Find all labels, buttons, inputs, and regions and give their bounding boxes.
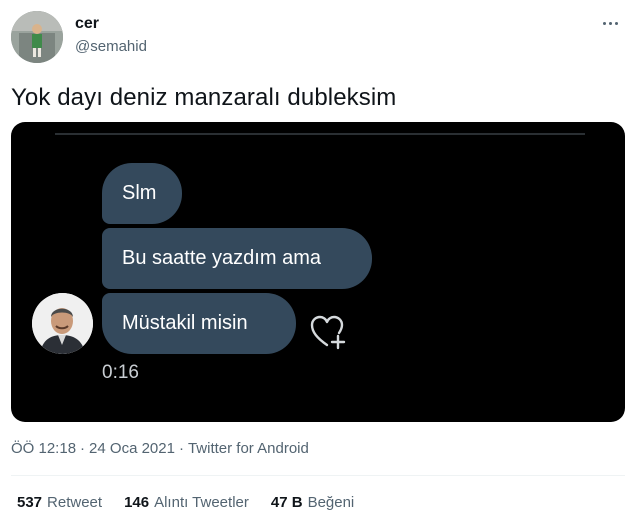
quote-tweets-count: 146 <box>124 494 150 511</box>
message-text: Müstakil misin <box>122 312 248 334</box>
tweet-meta: ÖÖ 12:18 · 24 Oca 2021 · Twitter for Android <box>11 440 309 457</box>
message-bubble: Bu saatte yazdım ama <box>102 228 372 289</box>
author-display-name[interactable]: cer <box>75 15 99 33</box>
tweet-text: Yok dayı deniz manzaralı dubleksim <box>11 84 397 111</box>
video-timestamp: 0:16 <box>102 362 139 383</box>
more-options-icon[interactable] <box>599 13 623 33</box>
retweets-count: 537 <box>17 494 43 511</box>
message-text: Bu saatte yazdım ama <box>122 247 321 269</box>
tweet-media-video[interactable]: Slm Bu saatte yazdım ama Müstakil misin … <box>11 122 625 422</box>
meta-separator: · <box>80 440 86 457</box>
retweets-label: Retweet <box>47 494 103 511</box>
divider <box>11 475 625 476</box>
retweets-stat[interactable]: 537 Retweet <box>17 494 102 511</box>
tweet-stats: 537 Retweet 146 Alıntı Tweetler 47 B Beğ… <box>17 494 354 511</box>
tweet-date[interactable]: 24 Oca 2021 <box>89 440 175 457</box>
quote-tweets-label: Alıntı Tweetler <box>154 494 249 511</box>
author-handle[interactable]: @semahid <box>75 38 147 55</box>
meta-separator: · <box>178 440 184 457</box>
heart-add-icon[interactable] <box>309 314 349 350</box>
likes-count: 47 B <box>270 494 303 511</box>
media-divider <box>55 133 585 135</box>
sender-avatar <box>32 293 93 354</box>
tweet-time[interactable]: ÖÖ 12:18 <box>11 440 76 457</box>
message-text: Slm <box>122 182 157 204</box>
likes-stat[interactable]: 47 B Beğeni <box>271 494 354 511</box>
message-bubble: Slm <box>102 163 182 224</box>
author-avatar[interactable] <box>11 11 63 63</box>
tweet-source[interactable]: Twitter for Android <box>188 440 309 457</box>
likes-label: Beğeni <box>307 494 355 511</box>
message-bubble: Müstakil misin <box>102 293 296 354</box>
quote-tweets-stat[interactable]: 146 Alıntı Tweetler <box>124 494 249 511</box>
